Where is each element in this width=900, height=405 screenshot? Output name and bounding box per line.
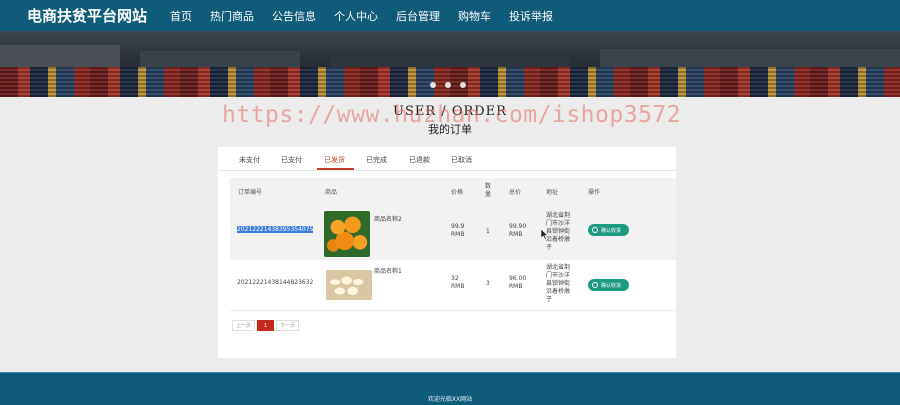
product-image-oranges[interactable] bbox=[324, 211, 370, 257]
nav-item-hot-products[interactable]: 热门商品 bbox=[210, 8, 254, 24]
product-name[interactable]: 商品名称2 bbox=[374, 214, 402, 223]
price-unit: RMB bbox=[451, 283, 465, 290]
prev-page-button[interactable]: 上一页 bbox=[232, 320, 256, 331]
top-nav-bar: 电商扶贫平台网站 首页 热门商品 公告信息 个人中心 后台管理 购物车 投诉举报 bbox=[0, 0, 900, 31]
banner-dot[interactable] bbox=[430, 82, 436, 88]
col-quantity: 数量 bbox=[485, 183, 492, 198]
col-price: 价格 bbox=[451, 189, 464, 196]
order-number[interactable]: 20212221438395354075 bbox=[237, 226, 314, 233]
total-unit: RMB bbox=[509, 283, 523, 290]
nav-item-announcements[interactable]: 公告信息 bbox=[272, 8, 316, 24]
tab-shipped[interactable]: 已发货 bbox=[324, 155, 345, 165]
total-value: 99.90 bbox=[509, 223, 527, 230]
col-product: 商品 bbox=[325, 189, 338, 196]
banner-dot[interactable] bbox=[460, 82, 466, 88]
table-row: 20212221438144823632 商品名称1 32 RMB 3 96.0… bbox=[230, 260, 676, 311]
tab-completed[interactable]: 已完成 bbox=[366, 155, 387, 165]
quantity-value: 1 bbox=[486, 228, 490, 235]
nav-item-personal-center[interactable]: 个人中心 bbox=[334, 8, 378, 24]
address-line: 子 bbox=[546, 244, 553, 251]
banner-pagination bbox=[430, 82, 466, 88]
check-circle-icon bbox=[592, 227, 598, 233]
orders-panel: 未支付 已支付 已发货 已完成 已退款 已取消 订单编号 商品 价格 数量 总价… bbox=[218, 147, 676, 358]
order-status-tabs: 未支付 已支付 已发货 已完成 已退款 已取消 bbox=[218, 147, 676, 171]
confirm-receipt-button[interactable]: 确认收货 bbox=[588, 224, 629, 236]
confirm-receipt-label: 确认收货 bbox=[601, 282, 622, 289]
tab-unpaid[interactable]: 未支付 bbox=[239, 155, 260, 165]
active-tab-indicator bbox=[317, 168, 354, 170]
banner-building bbox=[0, 45, 120, 69]
footer-text: 欢迎光临XX网站 bbox=[427, 396, 473, 403]
confirm-receipt-label: 确认收货 bbox=[601, 227, 622, 234]
order-number[interactable]: 20212221438144823632 bbox=[237, 279, 313, 286]
page-title-cn: 我的订单 bbox=[428, 123, 472, 136]
confirm-receipt-button[interactable]: 确认收货 bbox=[588, 279, 629, 291]
nav-item-cart[interactable]: 购物车 bbox=[458, 8, 491, 24]
price-unit: RMB bbox=[451, 231, 465, 238]
pagination: 上一页 1 下一页 bbox=[232, 320, 300, 331]
nav-item-admin[interactable]: 后台管理 bbox=[396, 8, 440, 24]
footer: 欢迎光临XX网站 bbox=[0, 372, 900, 405]
address-line: 子 bbox=[546, 296, 553, 303]
product-image-eggs[interactable] bbox=[326, 270, 372, 300]
col-action: 操作 bbox=[588, 189, 601, 196]
tab-refunded[interactable]: 已退款 bbox=[409, 155, 430, 165]
col-total: 总价 bbox=[509, 189, 522, 196]
price-value: 99.9 bbox=[451, 223, 465, 230]
tab-paid[interactable]: 已支付 bbox=[281, 155, 302, 165]
banner-building bbox=[600, 49, 900, 69]
quantity-value: 3 bbox=[486, 280, 490, 287]
col-order-no: 订单编号 bbox=[238, 189, 263, 196]
site-logo[interactable]: 电商扶贫平台网站 bbox=[27, 5, 170, 26]
main-nav: 首页 热门商品 公告信息 个人中心 后台管理 购物车 投诉举报 bbox=[170, 0, 571, 31]
table-row: 20212221438395354075 商品名称2 99.9 RMB 1 99… bbox=[230, 208, 676, 260]
mouse-cursor-icon bbox=[541, 229, 549, 240]
page-title-block: USER / ORDER 我的订单 bbox=[0, 104, 900, 137]
total-value: 96.00 bbox=[509, 275, 527, 282]
total-unit: RMB bbox=[509, 231, 523, 238]
product-name[interactable]: 商品名称1 bbox=[374, 266, 402, 275]
next-page-button[interactable]: 下一页 bbox=[276, 320, 300, 331]
nav-item-complaint[interactable]: 投诉举报 bbox=[509, 8, 553, 24]
check-circle-icon bbox=[592, 282, 598, 288]
banner-dot[interactable] bbox=[445, 82, 451, 88]
tab-cancelled[interactable]: 已取消 bbox=[451, 155, 472, 165]
table-header: 订单编号 商品 价格 数量 总价 地址 操作 bbox=[230, 178, 676, 208]
page-title-en: USER / ORDER bbox=[393, 104, 507, 119]
current-page-button[interactable]: 1 bbox=[257, 320, 275, 331]
nav-item-home[interactable]: 首页 bbox=[170, 8, 192, 24]
price-value: 32 bbox=[451, 275, 459, 282]
col-address: 地址 bbox=[546, 189, 559, 196]
